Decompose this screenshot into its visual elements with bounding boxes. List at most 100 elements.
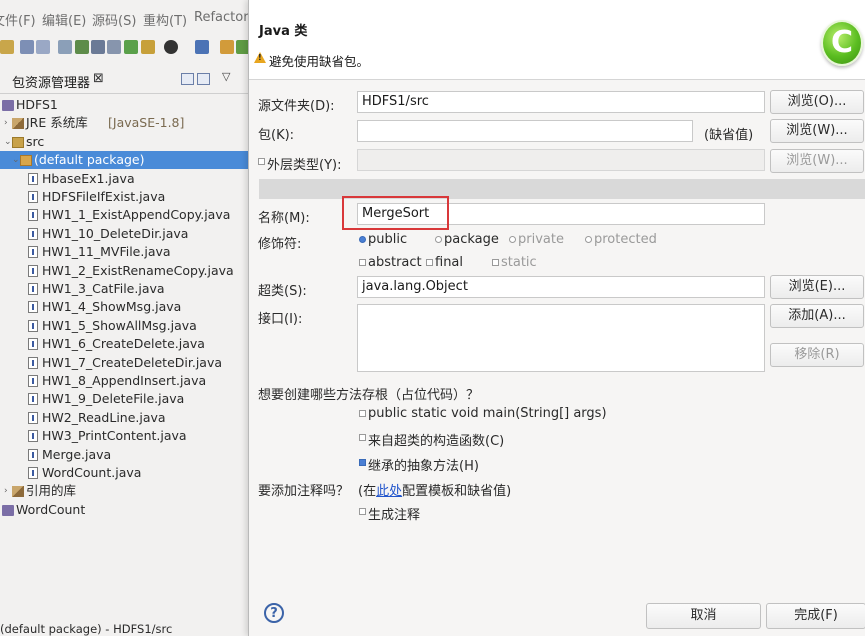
- expand-toggle-icon[interactable]: ›: [4, 114, 8, 132]
- inherited-abstract-methods-label: 继承的抽象方法(H): [368, 459, 479, 474]
- tree-node-pkg[interactable]: ⌄ (default package): [0, 151, 248, 170]
- name-label: 名称(M):: [258, 211, 310, 226]
- tree-file-item[interactable]: HW1_10_DeleteDir.java: [0, 225, 248, 243]
- comments-hint-prefix: (在: [358, 484, 377, 499]
- tree-item-label: HW1_4_ShowMsg.java: [42, 299, 182, 315]
- checkbox-box: [426, 259, 433, 266]
- tree-file-item[interactable]: HbaseEx1.java: [0, 170, 248, 188]
- toolbar: [0, 36, 248, 62]
- status-bar: (default package) - HDFS1/src: [0, 622, 173, 636]
- new-java-project-icon[interactable]: [75, 40, 89, 54]
- debug-icon[interactable]: [164, 40, 178, 54]
- remove-interface-button[interactable]: 移除(R): [770, 343, 864, 367]
- new-class-icon[interactable]: [107, 40, 121, 54]
- modifier-protected-label: protected: [594, 232, 657, 247]
- modifier-abstract-label: abstract: [368, 255, 422, 270]
- java-file-icon: [28, 411, 38, 424]
- tree-node-lib[interactable]: › JRE 系统库 [JavaSE-1.8]: [0, 114, 248, 132]
- new-package-icon[interactable]: [91, 40, 105, 54]
- java-file-icon: [28, 356, 38, 369]
- tree-file-item[interactable]: HW1_8_AppendInsert.java: [0, 372, 248, 390]
- tree-file-item[interactable]: HW1_7_CreateDeleteDir.java: [0, 354, 248, 372]
- java-file-icon: [28, 191, 38, 203]
- browse-package-button[interactable]: 浏览(W)...: [770, 119, 864, 143]
- package-label: 包(K):: [258, 128, 295, 143]
- tree-file-item[interactable]: HW1_5_ShowAllMsg.java: [0, 317, 248, 335]
- java-file-icon: [28, 246, 38, 259]
- tree-file-item[interactable]: HW1_6_CreateDelete.java: [0, 335, 248, 353]
- tree-file-item[interactable]: HW3_PrintContent.java: [0, 427, 248, 445]
- menu-refactor[interactable]: Refactor: [194, 10, 248, 25]
- close-icon[interactable]: ⊠: [93, 71, 104, 86]
- tree-file-item[interactable]: HW1_4_ShowMsg.java: [0, 298, 248, 316]
- java-file-icon: [28, 338, 38, 351]
- menu-refactor-cn[interactable]: 重构(T): [143, 10, 187, 29]
- tree-item-label: HW1_1_ExistAppendCopy.java: [42, 207, 231, 223]
- finish-button[interactable]: 完成(F): [766, 603, 865, 629]
- configure-templates-link[interactable]: 此处: [376, 484, 402, 499]
- checkbox-box: [359, 259, 366, 266]
- name-highlight-box: [342, 196, 449, 230]
- tree-node-proj[interactable]: ⌄HDFS1: [0, 96, 248, 114]
- expand-toggle-icon[interactable]: ⌄: [12, 151, 20, 169]
- browse-superclass-button[interactable]: 浏览(E)...: [770, 275, 864, 299]
- print-icon[interactable]: [58, 40, 72, 54]
- cancel-button[interactable]: 取消: [646, 603, 761, 629]
- browse-enclosing-button[interactable]: 浏览(W)...: [770, 149, 864, 173]
- tree-file-item[interactable]: HW2_ReadLine.java: [0, 409, 248, 427]
- tree-item-label: HW1_2_ExistRenameCopy.java: [42, 262, 234, 278]
- tree-node-proj[interactable]: ›WordCount: [0, 501, 248, 519]
- view-menu-icon[interactable]: ▽: [222, 70, 230, 83]
- tree-node-lib[interactable]: › 引用的库: [0, 482, 248, 500]
- tree-file-item[interactable]: HW1_1_ExistAppendCopy.java: [0, 206, 248, 224]
- package-field[interactable]: [357, 120, 693, 142]
- new-interface-icon[interactable]: [124, 40, 138, 54]
- menu-file[interactable]: 文件(F): [0, 10, 36, 29]
- menu-source[interactable]: 源码(S): [92, 10, 136, 29]
- java-file-icon: [28, 430, 38, 443]
- tree-item-label: HbaseEx1.java: [42, 170, 135, 186]
- interfaces-list[interactable]: [357, 304, 765, 372]
- run-last-icon[interactable]: [236, 40, 248, 54]
- open-type-icon[interactable]: [141, 40, 155, 54]
- tree-file-item[interactable]: HW1_9_DeleteFile.java: [0, 390, 248, 408]
- tree-file-item[interactable]: HW1_11_MVFile.java: [0, 243, 248, 261]
- tree-file-item[interactable]: HW1_3_CatFile.java: [0, 280, 248, 298]
- tree-file-item[interactable]: HW1_2_ExistRenameCopy.java: [0, 262, 248, 280]
- link-with-editor-icon[interactable]: [197, 73, 210, 85]
- tree-item-label: HW1_10_DeleteDir.java: [42, 225, 189, 241]
- package-explorer-tab[interactable]: 包资源管理器 ⊠ ▽: [0, 68, 248, 94]
- superclass-field[interactable]: java.lang.Object: [357, 276, 765, 298]
- help-icon[interactable]: ?: [264, 603, 284, 623]
- tree-node-src[interactable]: ⌄ src: [0, 133, 248, 151]
- run-icon[interactable]: [220, 40, 234, 54]
- expand-toggle-icon[interactable]: ⌄: [4, 133, 12, 151]
- save-all-icon[interactable]: [36, 40, 50, 54]
- add-interface-button[interactable]: 添加(A)...: [770, 304, 864, 328]
- tree-file-item[interactable]: Merge.java: [0, 446, 248, 464]
- tree-file-item[interactable]: HDFSFileIfExist.java: [0, 188, 248, 206]
- browse-source-folder-button[interactable]: 浏览(O)...: [770, 90, 864, 114]
- dialog-title: Java 类: [259, 24, 308, 39]
- source-folder-field[interactable]: HDFS1/src: [357, 91, 765, 113]
- pkg-icon: [20, 155, 32, 167]
- package-explorer-title: 包资源管理器: [12, 76, 91, 91]
- tree-file-item[interactable]: WordCount.java: [0, 464, 248, 482]
- collapse-all-icon[interactable]: [181, 73, 194, 85]
- java-file-icon: [28, 209, 38, 222]
- menu-edit[interactable]: 编辑(E): [42, 10, 86, 29]
- tree-item-label: HW1_3_CatFile.java: [42, 281, 165, 296]
- java-file-icon: [28, 393, 38, 406]
- save-icon[interactable]: [20, 40, 34, 54]
- search-icon[interactable]: [195, 40, 209, 54]
- tree-item-label: HW2_ReadLine.java: [42, 409, 166, 425]
- java-file-icon: [28, 301, 38, 314]
- enclosing-type-field[interactable]: [357, 149, 765, 171]
- java-file-icon: [28, 375, 38, 387]
- expand-toggle-icon[interactable]: ›: [4, 482, 8, 500]
- source-folder-label: 源文件夹(D):: [258, 99, 335, 114]
- checkbox-box: [359, 434, 366, 441]
- tree-item-label: HW1_11_MVFile.java: [42, 244, 171, 260]
- radio-dot: [509, 236, 516, 243]
- new-icon[interactable]: [0, 40, 14, 54]
